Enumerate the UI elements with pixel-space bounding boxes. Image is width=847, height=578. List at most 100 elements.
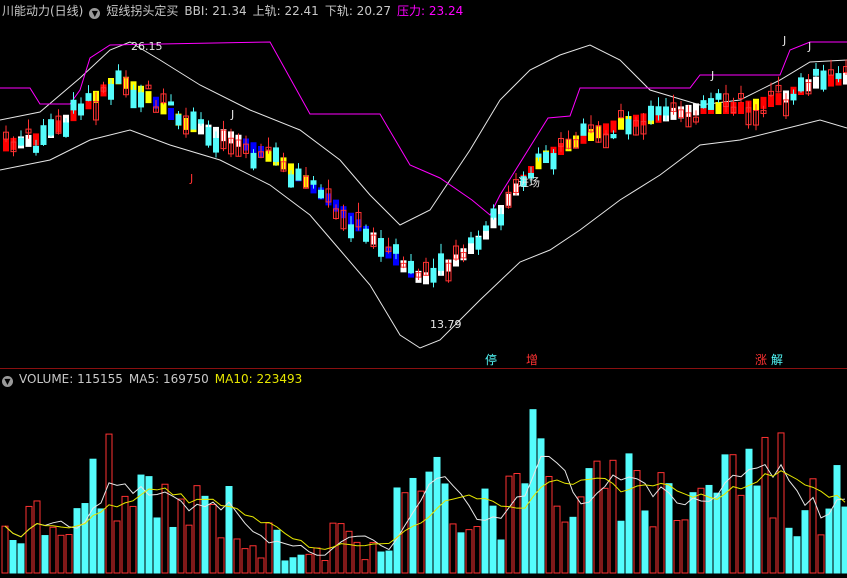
volume-bar [466, 530, 472, 573]
j-mark: J [231, 108, 234, 121]
signal-block [738, 102, 744, 114]
j-mark: J [783, 34, 786, 47]
volume-bar [778, 433, 784, 573]
volume-bar [178, 499, 184, 573]
candle-body [319, 190, 324, 197]
candle-body [581, 124, 586, 135]
candle-body [536, 154, 541, 157]
candle-body [169, 102, 174, 105]
volume-bar [738, 495, 744, 573]
volume-bar [194, 486, 200, 573]
candle-body [379, 239, 384, 257]
volume-bar [298, 555, 304, 573]
volume-bar [2, 526, 8, 573]
event-mark-halt[interactable]: 停 [484, 353, 498, 367]
signal-block [828, 75, 834, 87]
signal-block [813, 77, 819, 89]
candle-body [491, 209, 496, 217]
candle-body [469, 238, 474, 243]
high-price-label: 26.15 [131, 40, 163, 53]
volume-bar [250, 546, 256, 573]
volume-bar [378, 552, 384, 573]
volume-bar [266, 523, 272, 573]
volume-bar [754, 486, 760, 573]
volume-bar [210, 505, 216, 573]
volume-bar [826, 509, 832, 573]
volume-bar [842, 507, 847, 573]
volume-bar [234, 539, 240, 573]
candle-body [79, 104, 84, 115]
breakout-label: 进场 [518, 174, 540, 190]
volume-bar [730, 455, 736, 573]
volume-bar [834, 466, 840, 573]
volume-bar [434, 457, 440, 573]
volume-chart-canvas[interactable] [0, 369, 847, 574]
volume-bar [58, 535, 64, 573]
pressure-line [0, 42, 847, 215]
candle-body [484, 226, 489, 230]
volume-bar [242, 549, 248, 573]
candle-body [19, 138, 24, 145]
volume-bar [522, 484, 528, 573]
volume-bar [122, 496, 128, 573]
candle-body [206, 128, 211, 145]
candle-body [311, 181, 316, 185]
volume-bar [162, 484, 168, 573]
candle-body [656, 107, 661, 115]
volume-bar [530, 410, 536, 573]
candle-body [71, 100, 76, 110]
j-mark: J [808, 40, 811, 53]
volume-bar [794, 537, 800, 573]
event-mark-increase[interactable]: 增 [525, 353, 539, 367]
candle-body [41, 126, 46, 145]
volume-bar [114, 521, 120, 573]
volume-bar [458, 533, 464, 573]
volume-bar [66, 535, 72, 573]
volume-bar [674, 521, 680, 573]
volume-bar [34, 501, 40, 573]
signal-block [146, 91, 152, 103]
candle-body [364, 229, 369, 241]
candle-body [716, 94, 721, 100]
candle-body [214, 138, 219, 152]
volume-bar [498, 540, 504, 573]
volume-bar [442, 484, 448, 573]
price-chart[interactable] [0, 0, 847, 368]
event-mark-unlock[interactable]: 解 [770, 353, 784, 367]
candle-body [821, 71, 826, 89]
candle-body [814, 69, 819, 75]
candle-body [86, 94, 91, 101]
volume-bar [450, 524, 456, 573]
candle-body [176, 115, 181, 125]
signal-block [468, 242, 474, 254]
volume-chart[interactable] [0, 369, 847, 574]
candle-body [191, 112, 196, 129]
candle-body [34, 146, 39, 152]
candle-body [799, 78, 804, 91]
volume-bar [666, 484, 672, 573]
signal-block [618, 118, 624, 130]
volume-bar [482, 489, 488, 573]
candle-body [476, 238, 481, 250]
volume-bar [42, 536, 48, 573]
volume-bar [682, 520, 688, 573]
volume-bar [642, 511, 648, 573]
event-mark-rise[interactable]: 涨 [754, 353, 768, 367]
candle-body [49, 120, 54, 135]
volume-bar [82, 504, 88, 573]
volume-bar [258, 558, 264, 573]
candle-body [611, 135, 616, 138]
signal-block [776, 93, 782, 105]
volume-bar [290, 558, 296, 573]
volume-bar [722, 455, 728, 573]
candle-body [499, 215, 504, 225]
volume-bar [810, 479, 816, 573]
candle-body [131, 90, 136, 107]
volume-bar [514, 474, 520, 573]
j-mark: J [190, 172, 193, 185]
candle-body [251, 153, 256, 168]
volume-bar [650, 527, 656, 573]
candle-body [791, 94, 796, 100]
price-chart-canvas[interactable] [0, 0, 847, 368]
volume-bar [218, 538, 224, 573]
